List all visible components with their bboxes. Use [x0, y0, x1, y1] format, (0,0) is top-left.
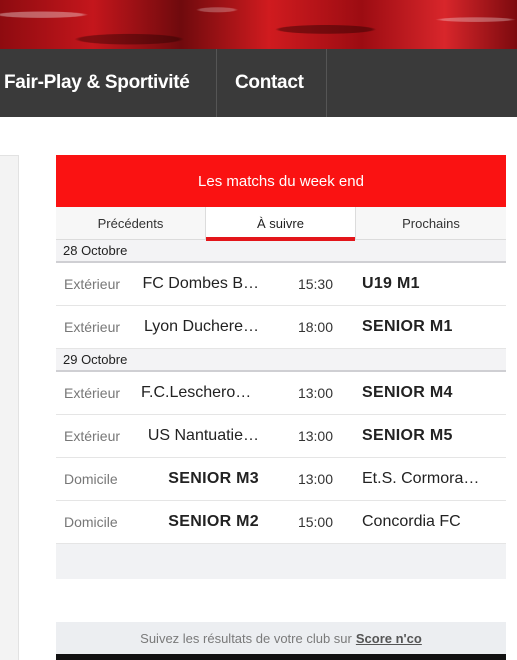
dark-footer-strip [56, 654, 506, 660]
main-nav: Fair-Play & Sportivité Contact [0, 49, 517, 117]
match-row[interactable]: Domicile SENIOR M2 15:00 Concordia FC [56, 501, 506, 544]
left-sidebar-panel [0, 155, 19, 660]
date-header: 28 Octobre [56, 240, 506, 263]
match-row[interactable]: Extérieur Lyon Duchere… 18:00 SENIOR M1 [56, 306, 506, 349]
match-time: 13:00 [297, 428, 334, 444]
tab-previous[interactable]: Précédents [56, 207, 206, 240]
match-away-team: Et.S. Cormora… [362, 470, 480, 487]
match-row[interactable]: Extérieur FC Dombes B… 15:30 U19 M1 [56, 263, 506, 306]
match-away-team: Concordia FC [362, 513, 461, 530]
widget-footer-spacer [56, 544, 506, 579]
tab-next[interactable]: Prochains [356, 207, 506, 240]
match-tabs: Précédents À suivre Prochains [56, 207, 506, 241]
nav-item-contact[interactable]: Contact [217, 49, 327, 117]
match-away-team: SENIOR M1 [362, 318, 453, 335]
tab-upcoming[interactable]: À suivre [206, 207, 356, 241]
match-home-team: US Nantuatie… [147, 427, 259, 444]
widget-title: Les matchs du week end [56, 155, 506, 207]
match-home-team: Lyon Duchere… [143, 318, 259, 335]
match-away-team: SENIOR M5 [362, 427, 453, 444]
match-row[interactable]: Extérieur US Nantuatie… 13:00 SENIOR M5 [56, 415, 506, 458]
tab-label: Prochains [402, 216, 460, 231]
match-time: 15:30 [297, 276, 334, 292]
score-nco-banner: Suivez les résultats de votre club sur S… [56, 622, 506, 654]
nav-item-label: Fair-Play & Sportivité [4, 72, 190, 93]
match-home-team: SENIOR M3 [168, 470, 259, 487]
tab-label: À suivre [257, 216, 304, 231]
match-venue: Domicile [64, 514, 118, 530]
match-venue: Extérieur [64, 319, 121, 335]
match-time: 13:00 [297, 385, 334, 401]
match-venue: Extérieur [64, 276, 121, 292]
tab-label: Précédents [97, 216, 164, 231]
match-venue: Extérieur [64, 385, 121, 401]
match-venue: Domicile [64, 471, 118, 487]
match-row[interactable]: Domicile SENIOR M3 13:00 Et.S. Cormora… [56, 458, 506, 501]
match-time: 15:00 [297, 514, 334, 530]
score-nco-link[interactable]: Score n'co [356, 631, 422, 646]
match-away-team: U19 M1 [362, 275, 420, 292]
match-venue: Extérieur [64, 428, 121, 444]
match-away-team: SENIOR M4 [362, 384, 453, 401]
matches-widget: Les matchs du week end Précédents À suiv… [56, 155, 506, 579]
date-header: 29 Octobre [56, 349, 506, 372]
match-time: 13:00 [297, 471, 334, 487]
nav-item-label: Contact [235, 72, 304, 93]
match-home-team: SENIOR M2 [168, 513, 259, 530]
match-time: 18:00 [297, 319, 334, 335]
match-home-team: FC Dombes B… [142, 275, 259, 292]
hero-banner-image [0, 0, 517, 49]
nav-item-fair-play[interactable]: Fair-Play & Sportivité [0, 49, 217, 117]
score-nco-text: Suivez les résultats de votre club sur [140, 630, 352, 646]
match-home-team: F.C.Lescherou… [141, 384, 261, 401]
match-row[interactable]: Extérieur F.C.Lescherou… 13:00 SENIOR M4 [56, 372, 506, 415]
